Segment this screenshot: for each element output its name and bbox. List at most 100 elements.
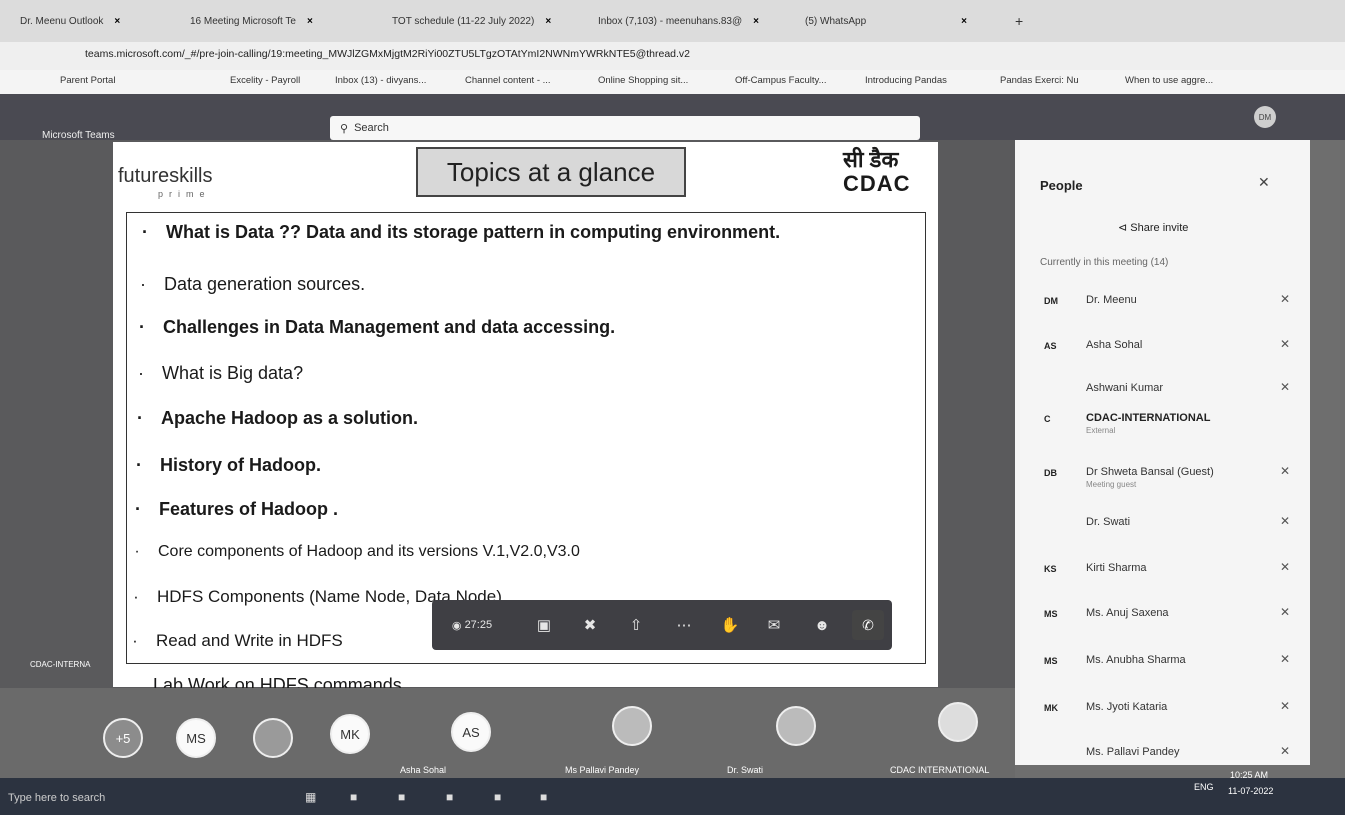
topic-item: · Apache Hadoop as a solution. bbox=[137, 408, 419, 428]
avatar[interactable]: DM bbox=[1254, 106, 1276, 128]
tab-tot-schedule[interactable]: TOT schedule (11-22 July 2022) × bbox=[392, 10, 577, 32]
participant-photo[interactable] bbox=[253, 718, 293, 758]
topic-item: · Challenges in Data Management and data … bbox=[139, 317, 616, 337]
bookmark-item[interactable]: Pandas Exerci: Nu bbox=[1000, 75, 1079, 86]
tab-teams-meeting[interactable]: 16 Meeting Microsoft Te × bbox=[190, 10, 350, 32]
participant-row[interactable]: Ashwani Kumar ✕ bbox=[1040, 378, 1300, 408]
participants-icon[interactable]: ☻ bbox=[808, 612, 836, 638]
tab-inbox[interactable]: Inbox (7,103) - meenuhans.83@ × bbox=[598, 10, 788, 32]
mic-off-icon: ✕ bbox=[1280, 380, 1291, 394]
taskbar-app-icon[interactable]: ■ bbox=[350, 790, 357, 804]
participant-row[interactable]: AS Asha Sohal ✕ bbox=[1040, 335, 1300, 365]
close-icon[interactable]: × bbox=[753, 16, 759, 27]
close-icon[interactable]: × bbox=[114, 16, 120, 27]
tab-outlook[interactable]: Dr. Meenu Outlook × bbox=[20, 10, 160, 32]
participant-label: Ms Pallavi Pandey bbox=[565, 765, 640, 775]
topic-item: · Core components of Hadoop and its versi… bbox=[134, 543, 580, 560]
mic-off-icon: ✕ bbox=[1280, 652, 1291, 666]
participant-label: CDAC INTERNATIONAL bbox=[890, 765, 990, 775]
participant-strip bbox=[0, 688, 1015, 778]
topic-item: · History of Hadoop. bbox=[136, 455, 321, 475]
bookmark-item[interactable]: Inbox (13) - divyans... bbox=[335, 75, 426, 86]
participant-row[interactable]: Ms. Pallavi Pandey ✕ bbox=[1040, 742, 1300, 772]
taskbar-app-icon[interactable]: ■ bbox=[540, 790, 547, 804]
close-icon[interactable]: × bbox=[961, 16, 967, 27]
shield-icon: ◉ bbox=[451, 619, 462, 632]
mic-off-icon: ✕ bbox=[1280, 605, 1291, 619]
topic-item: · What is Data ?? Data and its storage pa… bbox=[142, 222, 781, 242]
mic-off-icon[interactable]: ✖ bbox=[576, 612, 604, 638]
bookmark-item[interactable]: Off-Campus Faculty... bbox=[735, 75, 827, 86]
share-screen-icon[interactable]: ⇧ bbox=[622, 612, 650, 638]
participant-label: Dr. Swati bbox=[727, 765, 764, 775]
people-title: People bbox=[1040, 178, 1083, 193]
bookmark-item[interactable]: Online Shopping sit... bbox=[598, 75, 688, 86]
participant-row[interactable]: MS Ms. Anubha Sharma ✕ bbox=[1040, 650, 1300, 680]
section-header: Currently in this meeting (14) bbox=[1040, 257, 1169, 268]
participant-avatar[interactable]: MK bbox=[330, 714, 370, 754]
mic-off-icon: ✕ bbox=[1280, 337, 1291, 351]
brand-sub: prime bbox=[158, 189, 211, 199]
participant-row[interactable]: DB Dr Shweta Bansal (Guest) Meeting guest ✕ bbox=[1040, 462, 1300, 492]
close-icon[interactable]: × bbox=[545, 16, 551, 27]
phone-icon: ✆ bbox=[862, 616, 874, 633]
more-options-icon[interactable]: ⋯ bbox=[670, 612, 698, 638]
clock-time[interactable]: 10:25 AM bbox=[1230, 770, 1268, 780]
participant-row[interactable]: KS Kirti Sharma ✕ bbox=[1040, 558, 1300, 588]
search-icon: ⚲ bbox=[340, 122, 349, 135]
mic-off-icon: ✕ bbox=[1280, 514, 1291, 528]
close-icon[interactable]: × bbox=[307, 16, 313, 27]
participant-photo[interactable] bbox=[776, 706, 816, 746]
mic-off-icon: ✕ bbox=[1280, 560, 1291, 574]
bookmark-item[interactable]: Channel content - ... bbox=[465, 75, 551, 86]
topic-item: · Data generation sources. bbox=[140, 274, 366, 294]
task-view-icon[interactable]: ▦ bbox=[305, 790, 316, 804]
camera-off-icon[interactable]: ▣ bbox=[530, 612, 558, 638]
participant-photo[interactable] bbox=[612, 706, 652, 746]
new-tab-button[interactable]: + bbox=[1015, 10, 1023, 32]
participant-avatar[interactable]: AS bbox=[451, 712, 491, 752]
slide-title: Topics at a glance bbox=[416, 147, 686, 197]
windows-taskbar bbox=[0, 778, 1345, 815]
overflow-participants[interactable]: +5 bbox=[103, 718, 143, 758]
language-indicator[interactable]: ENG bbox=[1194, 782, 1214, 792]
taskbar-search-input[interactable]: Type here to search bbox=[8, 792, 105, 804]
raise-hand-icon[interactable]: ✋ bbox=[716, 612, 744, 638]
participant-row[interactable]: DM Dr. Meenu ✕ bbox=[1040, 290, 1300, 320]
tab-whatsapp[interactable]: (5) WhatsApp × bbox=[805, 10, 1000, 32]
participant-row[interactable]: MK Ms. Jyoti Kataria ✕ bbox=[1040, 697, 1300, 727]
bookmark-item[interactable]: Introducing Pandas bbox=[865, 75, 947, 86]
participant-row[interactable]: C CDAC-INTERNATIONAL External bbox=[1040, 408, 1300, 438]
taskbar-app-icon[interactable]: ■ bbox=[494, 790, 501, 804]
share-invite-button[interactable]: ⊲ Share invite bbox=[1118, 221, 1188, 234]
clock-date[interactable]: 11-07-2022 bbox=[1228, 786, 1273, 796]
chat-icon[interactable]: ✉ bbox=[760, 612, 788, 638]
meeting-timer: ◉ 27:25 bbox=[451, 619, 493, 632]
participant-row[interactable]: MS Ms. Anuj Saxena ✕ bbox=[1040, 603, 1300, 633]
partner-logo-hindi: सी डैक bbox=[843, 147, 899, 172]
mic-off-icon: ✕ bbox=[1280, 292, 1291, 306]
tile-label: CDAC-INTERNA bbox=[30, 660, 91, 669]
participant-avatar[interactable] bbox=[938, 702, 978, 742]
topic-item: · Features of Hadoop . bbox=[135, 499, 339, 519]
bookmark-item[interactable]: When to use aggre... bbox=[1125, 75, 1213, 86]
mic-off-icon: ✕ bbox=[1280, 699, 1291, 713]
taskbar-app-icon[interactable]: ■ bbox=[446, 790, 453, 804]
partner-logo: CDAC bbox=[843, 171, 911, 196]
url-text[interactable]: teams.microsoft.com/_#/pre-join-calling/… bbox=[85, 48, 690, 60]
bookmark-item[interactable]: Excelity - Payroll bbox=[230, 75, 300, 86]
taskbar-app-icon[interactable]: ■ bbox=[398, 790, 405, 804]
topic-item: · What is Big data? bbox=[138, 363, 304, 383]
participant-row[interactable]: Dr. Swati ✕ bbox=[1040, 512, 1300, 542]
mic-off-icon: ✕ bbox=[1280, 744, 1291, 758]
close-icon[interactable]: ✕ bbox=[1258, 174, 1270, 191]
share-icon: ⊲ bbox=[1118, 222, 1128, 234]
brand-logo: futureskills bbox=[118, 165, 213, 187]
hang-up-button[interactable]: ✆ bbox=[852, 610, 884, 640]
topic-item: · Read and Write in HDFS bbox=[132, 631, 343, 650]
search-input[interactable]: ⚲ Search bbox=[330, 116, 920, 140]
participant-label: Asha Sohal bbox=[400, 765, 447, 775]
bookmark-item[interactable]: Parent Portal bbox=[60, 75, 115, 86]
participant-avatar[interactable]: MS bbox=[176, 718, 216, 758]
mic-off-icon: ✕ bbox=[1280, 464, 1291, 478]
